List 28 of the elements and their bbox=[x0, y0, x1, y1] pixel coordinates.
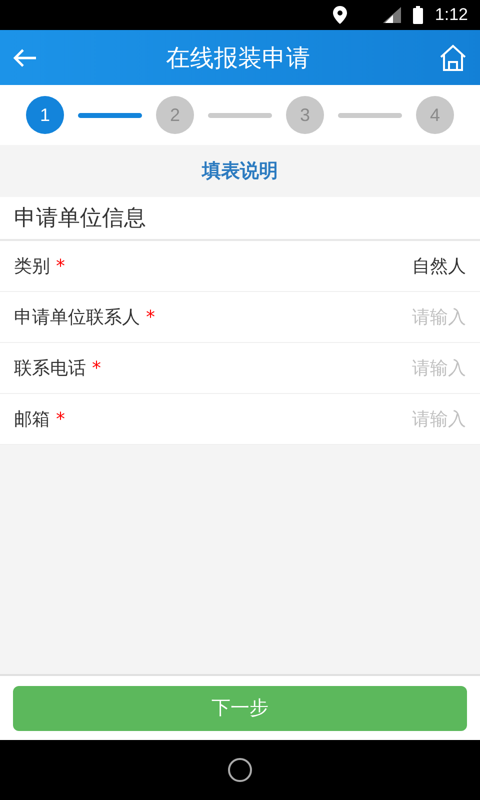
next-step-button[interactable]: 下一步 bbox=[13, 686, 467, 730]
required-asterisk: * bbox=[56, 408, 65, 432]
step-indicator: 1 bbox=[26, 96, 64, 134]
signal-icon bbox=[382, 7, 401, 23]
input-field[interactable]: 请输入 bbox=[346, 304, 466, 330]
field-label: 邮箱 bbox=[14, 408, 50, 432]
step-indicator: 2 bbox=[156, 96, 194, 134]
home-button[interactable] bbox=[438, 42, 468, 72]
home-icon bbox=[439, 44, 467, 72]
category-value[interactable]: 自然人 bbox=[412, 252, 466, 280]
form-instructions-link[interactable]: 填表说明 bbox=[202, 156, 278, 186]
home-nav-button[interactable] bbox=[228, 758, 252, 782]
battery-icon bbox=[412, 6, 423, 24]
back-arrow-icon bbox=[13, 48, 37, 68]
field-label: 申请单位联系人 bbox=[14, 306, 140, 330]
required-asterisk: * bbox=[92, 356, 101, 380]
status-time: 1:12 bbox=[434, 4, 468, 26]
page-title: 在线报装申请 bbox=[166, 42, 310, 74]
input-field[interactable]: 请输入 bbox=[346, 354, 466, 382]
field-label: 类别 bbox=[14, 254, 50, 278]
step-indicator: 3 bbox=[286, 96, 324, 134]
required-asterisk: * bbox=[56, 254, 65, 278]
required-asterisk: * bbox=[146, 306, 155, 330]
input-field[interactable]: 请输入 bbox=[346, 406, 466, 432]
section-title: 申请单位信息 bbox=[14, 204, 146, 232]
step-indicator: 4 bbox=[416, 96, 454, 134]
field-label: 联系电话 bbox=[14, 356, 86, 380]
location-icon bbox=[332, 6, 347, 24]
